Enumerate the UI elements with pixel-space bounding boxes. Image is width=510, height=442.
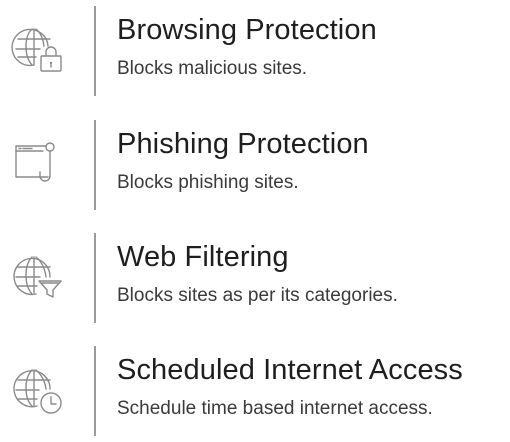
- feature-title: Scheduled Internet Access: [117, 354, 463, 386]
- feature-phishing-protection: Phishing Protection Blocks phishing site…: [0, 120, 510, 216]
- divider: [94, 233, 96, 323]
- feature-description: Blocks malicious sites.: [117, 58, 308, 79]
- feature-web-filtering: Web Filtering Blocks sites as per its ca…: [0, 233, 510, 329]
- feature-list: Browsing Protection Blocks malicious sit…: [0, 0, 510, 441]
- globe-lock-icon: [10, 22, 66, 78]
- feature-description: Schedule time based internet access.: [117, 398, 433, 419]
- feature-description: Blocks phishing sites.: [117, 172, 299, 193]
- feature-title: Web Filtering: [117, 241, 289, 273]
- feature-scheduled-internet-access: Scheduled Internet Access Schedule time …: [0, 346, 510, 442]
- divider: [94, 6, 96, 96]
- divider: [94, 120, 96, 210]
- feature-description: Blocks sites as per its categories.: [117, 285, 398, 306]
- globe-filter-icon: [10, 249, 66, 305]
- feature-title: Browsing Protection: [117, 14, 377, 46]
- divider: [94, 346, 96, 436]
- globe-clock-icon: [10, 362, 66, 418]
- feature-title: Phishing Protection: [117, 128, 369, 160]
- feature-browsing-protection: Browsing Protection Blocks malicious sit…: [0, 6, 510, 102]
- browser-hook-icon: [10, 136, 66, 192]
